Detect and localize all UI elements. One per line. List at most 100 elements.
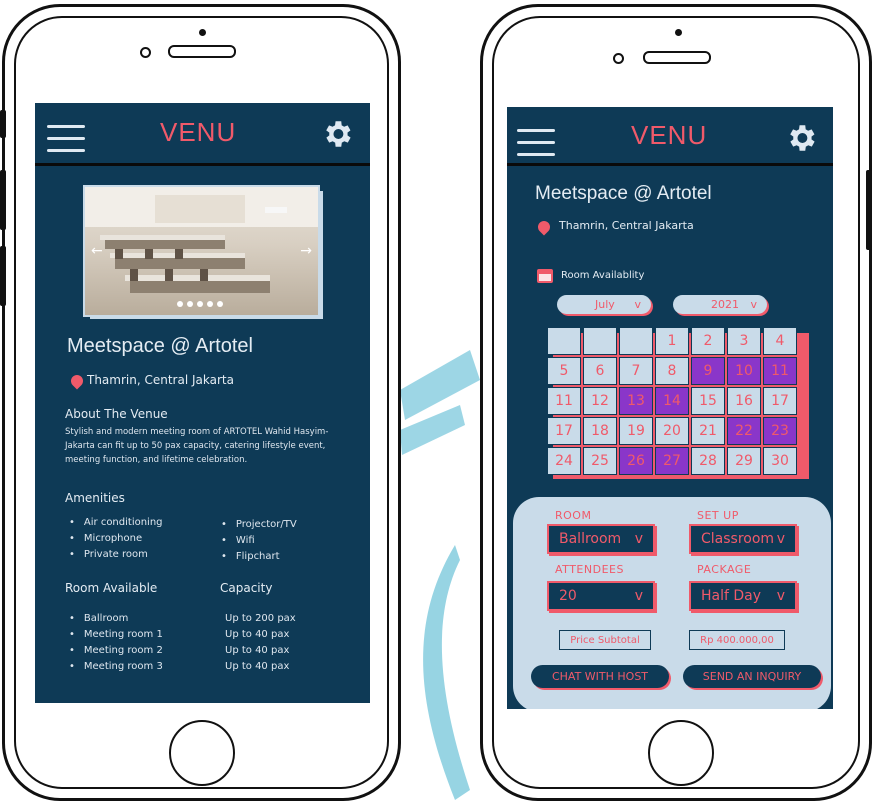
calendar-day-booked[interactable]: 23: [763, 417, 797, 445]
availability-calendar: 1 2 3 4 5 6 7 8 9 10 11 11 12 13 14 15 1…: [547, 327, 797, 475]
room-select[interactable]: Ballroom v: [547, 524, 655, 554]
calendar-day[interactable]: 28: [691, 447, 725, 475]
month-value: July: [595, 298, 615, 311]
calendar-day[interactable]: 2: [691, 327, 725, 355]
send-inquiry-button[interactable]: SEND AN INQUIRY: [683, 665, 821, 688]
calendar-day[interactable]: 12: [583, 387, 617, 415]
calendar-day[interactable]: 1: [655, 327, 689, 355]
setup-select[interactable]: Classroom v: [689, 524, 797, 554]
calendar-day[interactable]: 19: [619, 417, 653, 445]
calendar-day[interactable]: 16: [727, 387, 761, 415]
calendar-day[interactable]: 30: [763, 447, 797, 475]
calendar-day-booked[interactable]: 13: [619, 387, 653, 415]
carousel-dot[interactable]: [207, 301, 213, 307]
venue-title: Meetspace @ Artotel: [67, 335, 253, 357]
gear-icon[interactable]: [320, 117, 354, 151]
calendar-day[interactable]: 24: [547, 447, 581, 475]
attendees-select[interactable]: 20 v: [547, 581, 655, 611]
amenities-list-left: Air conditioning Microphone Private room: [65, 515, 163, 563]
capacity-item: Up to 40 pax: [225, 645, 290, 656]
calendar-day-booked[interactable]: 27: [655, 447, 689, 475]
calendar-day-empty: [619, 327, 653, 355]
calendar-day-booked[interactable]: 11: [763, 357, 797, 385]
package-value: Half Day: [701, 588, 762, 604]
calendar-day-booked[interactable]: 9: [691, 357, 725, 385]
package-label: PACKAGE: [697, 563, 752, 576]
amenity-item: Air conditioning: [65, 515, 163, 531]
chat-with-host-button[interactable]: CHAT WITH HOST: [531, 665, 669, 688]
location-pin-icon: [71, 375, 83, 387]
menu-icon[interactable]: [517, 129, 555, 157]
setup-value: Classroom: [701, 531, 775, 547]
amenity-item: Private room: [65, 547, 163, 563]
carousel-dot[interactable]: [197, 301, 203, 307]
calendar-day[interactable]: 15: [691, 387, 725, 415]
calendar-day[interactable]: 7: [619, 357, 653, 385]
about-text: Stylish and modern meeting room of ARTOT…: [65, 427, 329, 465]
carousel-dot[interactable]: [217, 301, 223, 307]
attendees-value: 20: [559, 588, 577, 604]
carousel-dot[interactable]: [177, 301, 183, 307]
calendar-day[interactable]: 4: [763, 327, 797, 355]
header-divider: [507, 163, 833, 166]
booking-screen: VENU Meetspace @ Artotel Thamrin, Centra…: [507, 107, 833, 709]
room-label: ROOM: [555, 509, 592, 522]
app-logo: VENU: [160, 117, 237, 147]
year-value: 2021: [711, 298, 739, 311]
home-button[interactable]: [169, 720, 235, 786]
calendar-day[interactable]: 17: [547, 417, 581, 445]
year-dropdown[interactable]: 2021 v: [673, 295, 767, 314]
gear-icon[interactable]: [784, 121, 818, 155]
calendar-day[interactable]: 21: [691, 417, 725, 445]
venue-title: Meetspace @ Artotel: [535, 183, 712, 204]
calendar-day-empty: [583, 327, 617, 355]
front-camera: [613, 53, 624, 64]
carousel-dot[interactable]: [187, 301, 193, 307]
calendar-day[interactable]: 20: [655, 417, 689, 445]
calendar-day[interactable]: 5: [547, 357, 581, 385]
calendar-day-booked[interactable]: 22: [727, 417, 761, 445]
calendar-day[interactable]: 29: [727, 447, 761, 475]
venue-location: Thamrin, Central Jakarta: [87, 373, 234, 387]
room-item: Meeting room 2: [65, 643, 163, 659]
calendar-day-booked[interactable]: 10: [727, 357, 761, 385]
amenities-list-right: Projector/TV Wifi Flipchart: [217, 517, 297, 565]
price-subtotal-label: Price Subtotal: [559, 630, 651, 650]
front-camera-dot: [199, 29, 206, 36]
carousel-next-icon[interactable]: →: [300, 243, 312, 259]
calendar-day[interactable]: 25: [583, 447, 617, 475]
front-camera-dot: [675, 29, 682, 36]
room-item: Ballroom: [65, 611, 163, 627]
calendar-day[interactable]: 11: [547, 387, 581, 415]
package-select[interactable]: Half Day v: [689, 581, 797, 611]
booking-form-panel: ROOM Ballroom v SET UP Classroom v ATTEN…: [513, 497, 831, 709]
menu-icon[interactable]: [47, 125, 85, 153]
capacity-list: Up to 200 pax Up to 40 pax Up to 40 pax …: [225, 611, 296, 675]
chevron-down-icon: v: [750, 298, 757, 311]
earpiece-speaker: [168, 45, 236, 58]
calendar-day[interactable]: 18: [583, 417, 617, 445]
carousel-prev-icon[interactable]: ←: [91, 243, 103, 259]
chevron-down-icon: v: [634, 298, 641, 311]
venue-location: Thamrin, Central Jakarta: [559, 219, 694, 232]
phone-frame-venue: VENU ← → Meetspace @ Artotel Thamrin, Ce…: [2, 4, 401, 801]
calendar-day[interactable]: 6: [583, 357, 617, 385]
power-button: [866, 170, 872, 250]
about-heading: About The Venue: [65, 407, 168, 421]
availability-label: Room Availablity: [561, 270, 645, 281]
calendar-day[interactable]: 17: [763, 387, 797, 415]
month-dropdown[interactable]: July v: [557, 295, 651, 314]
room-item: Meeting room 1: [65, 627, 163, 643]
capacity-item: Up to 40 pax: [225, 661, 290, 672]
room-item: Meeting room 3: [65, 659, 163, 675]
calendar-day[interactable]: 8: [655, 357, 689, 385]
home-button[interactable]: [648, 720, 714, 786]
calendar-day-booked[interactable]: 14: [655, 387, 689, 415]
calendar-day[interactable]: 3: [727, 327, 761, 355]
volume-up-button: [0, 170, 6, 230]
calendar-day-booked[interactable]: 26: [619, 447, 653, 475]
front-camera: [140, 47, 151, 58]
header-divider: [35, 163, 370, 166]
earpiece-speaker: [643, 51, 711, 64]
venue-screen: VENU ← → Meetspace @ Artotel Thamrin, Ce…: [35, 103, 370, 703]
